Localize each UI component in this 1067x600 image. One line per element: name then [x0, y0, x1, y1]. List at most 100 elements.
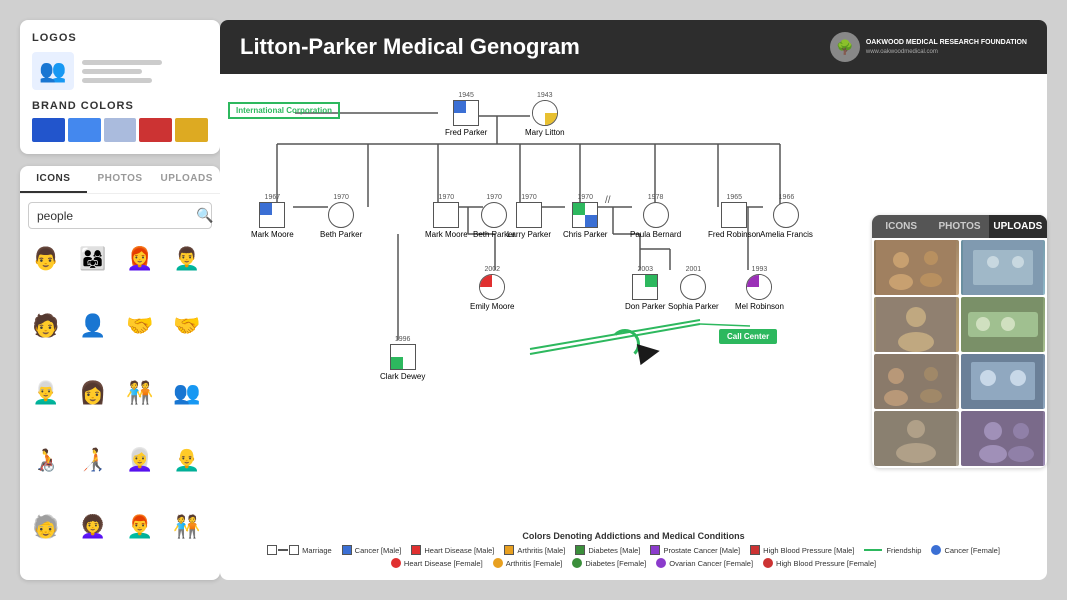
- swatch-4[interactable]: [139, 118, 172, 142]
- icon-item-9[interactable]: 👨‍🦳: [28, 375, 64, 411]
- person-shape: [328, 202, 354, 228]
- icon-item-6[interactable]: 👤: [75, 308, 111, 344]
- person-name: Amelia Francis: [760, 230, 813, 239]
- person-name: Larry Parker: [507, 230, 551, 239]
- person-shape: [259, 202, 285, 228]
- right-panel-tabs: ICONS PHOTOS UPLOADS: [872, 215, 1047, 238]
- search-bar[interactable]: 🔍: [28, 202, 212, 229]
- person-year: 1945: [458, 92, 474, 99]
- legend-label: Heart Disease [Female]: [404, 559, 483, 568]
- legend-item-arthritis-male: Arthritis [Male]: [504, 545, 565, 555]
- icon-item-4[interactable]: 👨‍🦱: [169, 241, 205, 277]
- tab-uploads[interactable]: UPLOADS: [153, 166, 220, 193]
- oakwood-icon: 🌳: [830, 32, 860, 62]
- legend-label: Cancer [Female]: [944, 546, 999, 555]
- photo-thumb-5[interactable]: [874, 354, 959, 409]
- photo-thumb-8[interactable]: [961, 411, 1046, 466]
- logo-card: LOGOS 👥 BRAND COLORS: [20, 20, 220, 154]
- legend-item-friendship: Friendship: [864, 545, 921, 555]
- photo-thumb-1[interactable]: [874, 240, 959, 295]
- person-name: Mark Moore: [251, 230, 294, 239]
- icon-item-7[interactable]: 🤝: [122, 308, 158, 344]
- icon-item-19[interactable]: 👨‍🦰: [122, 509, 158, 545]
- person-shape: [481, 202, 507, 228]
- tab-photos-right[interactable]: PHOTOS: [930, 215, 988, 238]
- oakwood-text: OAKWOOD MEDICAL RESEARCH FOUNDATION www.…: [866, 38, 1027, 56]
- person-year: 2003: [637, 266, 653, 273]
- photo-thumb-6[interactable]: [961, 354, 1046, 409]
- person-year: 1970: [577, 194, 593, 201]
- person-node-beth-parker: 1970 Beth Parker: [320, 194, 362, 239]
- icon-item-11[interactable]: 🧑‍🤝‍🧑: [122, 375, 158, 411]
- person-name: Clark Dewey: [380, 372, 425, 381]
- person-name: Mary Litton: [525, 128, 565, 137]
- icon-item-15[interactable]: 👩‍🦳: [122, 442, 158, 478]
- tab-uploads-right[interactable]: UPLOADS: [989, 215, 1047, 238]
- person-year: 1967: [265, 194, 281, 201]
- legend-title: Colors Denoting Addictions and Medical C…: [230, 531, 1037, 541]
- photo-thumb-7[interactable]: [874, 411, 959, 466]
- icon-item-20[interactable]: 🧑‍🤝‍🧑: [169, 509, 205, 545]
- swatch-3[interactable]: [104, 118, 137, 142]
- search-icon: 🔍: [196, 207, 213, 224]
- person-name: Chris Parker: [563, 230, 607, 239]
- person-year: 1978: [648, 194, 664, 201]
- swatch-1[interactable]: [32, 118, 65, 142]
- tab-photos[interactable]: PHOTOS: [87, 166, 154, 193]
- legend-item-cancer-male: Cancer [Male]: [342, 545, 402, 555]
- icon-item-17[interactable]: 🧓: [28, 509, 64, 545]
- swatch-2[interactable]: [68, 118, 101, 142]
- icon-item-12[interactable]: 👥: [169, 375, 205, 411]
- icon-item-8[interactable]: 🤝: [169, 308, 205, 344]
- swatch-5[interactable]: [175, 118, 208, 142]
- legend-label: Marriage: [302, 546, 332, 555]
- person-shape: [479, 274, 505, 300]
- photo-thumb-3[interactable]: [874, 297, 959, 352]
- person-node-sophia-parker: 2001 Sophia Parker: [668, 266, 719, 311]
- person-name: Sophia Parker: [668, 302, 719, 311]
- person-node-larry-parker: 1970 Larry Parker: [507, 194, 551, 239]
- tab-icons[interactable]: ICONS: [20, 166, 87, 193]
- icon-item-10[interactable]: 👩: [75, 375, 111, 411]
- person-node-emily-moore: 2002 Emily Moore: [470, 266, 514, 311]
- legend-label: Ovarian Cancer [Female]: [669, 559, 753, 568]
- person-node-mark-moore2: 1970 Mark Moore: [425, 194, 468, 239]
- brand-colors-title: BRAND COLORS: [32, 100, 208, 112]
- person-node-mel-robinson: 1993 Mel Robinson: [735, 266, 784, 311]
- photo-thumb-2[interactable]: [961, 240, 1046, 295]
- person-year: 1970: [439, 194, 455, 201]
- legend-item-cancer-female: Cancer [Female]: [931, 545, 999, 555]
- search-input[interactable]: [37, 209, 192, 223]
- oakwood-logo: 🌳 OAKWOOD MEDICAL RESEARCH FOUNDATION ww…: [830, 32, 1027, 62]
- person-year: 1970: [521, 194, 537, 201]
- person-node-fred-parker: 1945 Fred Parker: [445, 92, 487, 137]
- person-name: Emily Moore: [470, 302, 514, 311]
- icon-item-16[interactable]: 👨‍🦲: [169, 442, 205, 478]
- person-name: Don Parker: [625, 302, 665, 311]
- tab-icons-right[interactable]: ICONS: [872, 215, 930, 238]
- person-shape: [746, 274, 772, 300]
- loading-spinner: [610, 329, 640, 359]
- icon-item-1[interactable]: 👨: [28, 241, 64, 277]
- person-node-fred-robinson: 1965 Fred Robinson: [708, 194, 760, 239]
- icon-item-3[interactable]: 👩‍🦰: [122, 241, 158, 277]
- person-year: 1966: [779, 194, 795, 201]
- person-year: 1943: [537, 92, 553, 99]
- legend: Colors Denoting Addictions and Medical C…: [230, 531, 1037, 568]
- org-url: www.oakwoodmedical.com: [866, 48, 1027, 56]
- icon-item-5[interactable]: 🧑: [28, 308, 64, 344]
- person-name: Fred Parker: [445, 128, 487, 137]
- person-year: 2001: [686, 266, 702, 273]
- logo-icon-box: 👥: [32, 52, 74, 90]
- icon-item-18[interactable]: 👩‍🦱: [75, 509, 111, 545]
- left-panel: LOGOS 👥 BRAND COLORS ICONS PHOTOS UPLOAD…: [20, 20, 220, 580]
- person-node-mary-litton: 1943 Mary Litton: [525, 92, 565, 137]
- icon-item-13[interactable]: 🧑‍🦽: [28, 442, 64, 478]
- cursor-icon: ▶: [635, 332, 662, 368]
- person-year: 1993: [752, 266, 768, 273]
- person-shape: [680, 274, 706, 300]
- photo-thumb-4[interactable]: [961, 297, 1046, 352]
- icon-item-14[interactable]: 🧑‍🦯: [75, 442, 111, 478]
- icon-item-2[interactable]: 👨‍👩‍👧: [75, 241, 111, 277]
- call-center-box: Call Center: [719, 329, 777, 344]
